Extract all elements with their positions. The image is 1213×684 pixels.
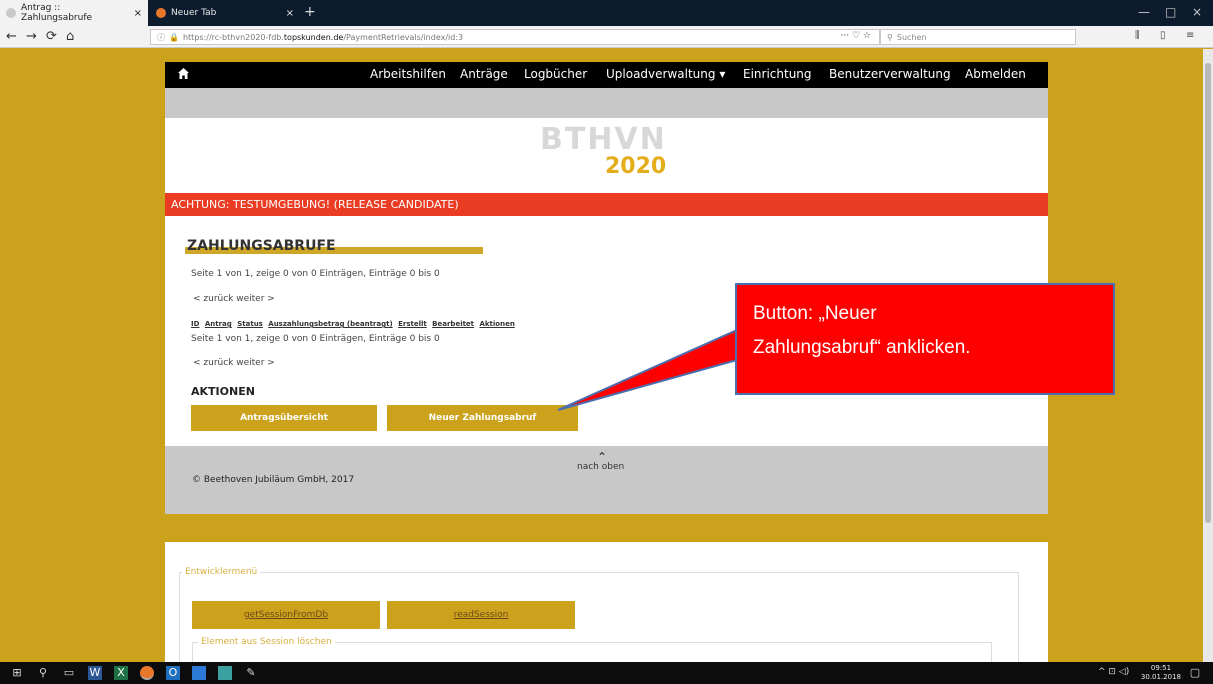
reload-button[interactable]: ⟳ (46, 29, 57, 44)
clock-time: 09:51 (1150, 664, 1172, 672)
antragsuebersicht-button[interactable]: Antragsübersicht (191, 405, 377, 431)
tab-neuer-tab[interactable]: Neuer Tab × (150, 0, 300, 26)
forward-button[interactable]: → (26, 29, 37, 44)
lock-icon: 🔒 (169, 32, 179, 42)
read-session-button[interactable]: readSession (387, 601, 575, 629)
nav-link-abmelden[interactable]: Abmelden (965, 67, 1026, 81)
page-title: ZAHLUNGSABRUFE (187, 238, 336, 254)
photos-icon[interactable] (218, 666, 232, 680)
menu-icon[interactable]: ≡ (1186, 30, 1194, 41)
column-auszahlungsbetrag[interactable]: Auszahlungsbetrag (beantragt) (268, 320, 392, 328)
tab-label: Antrag :: Zahlungsabrufe (21, 3, 93, 23)
browser-nav-bar: ← → ⟳ ⌂ ⓘ 🔒 https://rc-bthvn2020-fdb. top… (0, 26, 1213, 48)
column-status[interactable]: Status (237, 320, 263, 328)
column-id[interactable]: ID (191, 320, 199, 328)
search-icon[interactable]: ⚲ (36, 666, 50, 680)
home-icon[interactable] (177, 67, 190, 80)
logo-bthvn: BTHVN (540, 122, 667, 157)
windows-start-icon[interactable]: ⊞ (10, 666, 24, 680)
url-prefix: https://rc-bthvn2020-fdb. (182, 32, 284, 42)
delete-session-legend: Element aus Session löschen (198, 637, 335, 647)
pager-bottom[interactable]: < zurück weiter > (193, 358, 275, 368)
copyright-text: © Beethoven Jubiläum GmbH, 2017 (192, 475, 355, 485)
nav-link-einrichtung[interactable]: Einrichtung (743, 67, 812, 81)
tab-close-icon[interactable]: × (286, 8, 294, 19)
task-view-icon[interactable]: ▭ (62, 666, 76, 680)
logo-2020: 2020 (605, 154, 667, 179)
logo-area: BTHVN 2020 (165, 118, 1048, 193)
excel-icon[interactable]: X (114, 666, 128, 680)
browser-tab-bar: Antrag :: Zahlungsabrufe × Neuer Tab × +… (0, 0, 1213, 26)
site-favicon-icon (6, 8, 16, 18)
page-info-top: Seite 1 von 1, zeige 0 von 0 Einträgen, … (191, 269, 440, 279)
new-tab-button[interactable]: + (304, 4, 316, 20)
search-placeholder: Suchen (896, 32, 927, 42)
paint-icon[interactable]: ✎ (244, 666, 258, 680)
nav-link-arbeitshilfen[interactable]: Arbeitshilfen (370, 67, 446, 81)
notification-icon[interactable]: ▢ (1188, 666, 1202, 680)
scrollbar-thumb[interactable] (1205, 63, 1211, 523)
nav-link-benutzerverwaltung[interactable]: Benutzerverwaltung (829, 67, 951, 81)
windows-taskbar: ⊞ ⚲ ▭ W X O ✎ ^ ⊡ ◁) 09:51 30.01.2018 ▢ (0, 662, 1213, 684)
back-button[interactable]: ← (6, 29, 17, 44)
sidebar-icon[interactable]: ▯ (1160, 30, 1166, 41)
search-input[interactable]: ⚲ Suchen (880, 29, 1076, 45)
home-button[interactable]: ⌂ (66, 29, 74, 44)
site-nav-bar: Arbeitshilfen Anträge Logbücher Uploadve… (165, 62, 1048, 88)
developer-panel: Entwicklermenü getSessionFromDb readSess… (165, 542, 1048, 682)
callout-pointer (557, 330, 738, 411)
column-erstellt[interactable]: Erstellt (398, 320, 427, 328)
info-icon[interactable]: ⓘ (157, 32, 165, 43)
callout-line-1: Button: „Neuer (753, 303, 877, 324)
page-footer: ⌃ nach oben © Beethoven Jubiläum GmbH, 2… (165, 446, 1048, 514)
pager-top[interactable]: < zurück weiter > (193, 294, 275, 304)
back-to-top-link[interactable]: nach oben (577, 462, 624, 472)
table-header: ID Antrag Status Auszahlungsbetrag (bean… (191, 320, 518, 328)
url-path: /PaymentRetrievals/index/id:3 (343, 32, 464, 42)
column-aktionen[interactable]: Aktionen (479, 320, 514, 328)
callout-line-2: Zahlungsabruf“ anklicken. (753, 337, 971, 358)
page-info-bottom: Seite 1 von 1, zeige 0 von 0 Einträgen, … (191, 334, 440, 344)
test-environment-warning: ACHTUNG: TESTUMGEBUNG! (RELEASE CANDIDAT… (165, 193, 1048, 216)
outlook-icon[interactable]: O (166, 666, 180, 680)
url-bar[interactable]: ⓘ 🔒 https://rc-bthvn2020-fdb. topskunden.… (150, 29, 880, 45)
tab-antrag-zahlungsabrufe[interactable]: Antrag :: Zahlungsabrufe × (0, 0, 148, 26)
firefox-favicon-icon (156, 8, 166, 18)
get-session-from-db-button[interactable]: getSessionFromDb (192, 601, 380, 629)
minimize-button[interactable]: — (1138, 5, 1150, 19)
taskbar-clock[interactable]: 09:51 30.01.2018 (1141, 664, 1181, 682)
developer-menu-legend: Entwicklermenü (182, 567, 261, 577)
page-actions-icon[interactable]: ··· ♡ ☆ (841, 31, 871, 41)
maximize-button[interactable]: □ (1165, 5, 1176, 19)
url-domain: topskunden.de (283, 32, 344, 42)
word-icon[interactable]: W (88, 666, 102, 680)
system-tray-icons[interactable]: ^ ⊡ ◁) (1098, 667, 1129, 677)
actions-heading: AKTIONEN (191, 385, 255, 398)
search-icon: ⚲ (887, 32, 893, 42)
close-window-button[interactable]: × (1192, 5, 1202, 19)
nav-link-antraege[interactable]: Anträge (460, 67, 508, 81)
column-antrag[interactable]: Antrag (205, 320, 232, 328)
nav-link-logbuecher[interactable]: Logbücher (524, 67, 587, 81)
app-icon[interactable] (192, 666, 206, 680)
tab-close-icon[interactable]: × (134, 8, 142, 19)
column-bearbeitet[interactable]: Bearbeitet (432, 320, 474, 328)
firefox-icon[interactable] (140, 666, 154, 680)
instruction-callout: Button: „Neuer Zahlungsabruf“ anklicken. (735, 283, 1115, 395)
clock-date: 30.01.2018 (1140, 673, 1181, 681)
page-scrollbar[interactable] (1203, 49, 1213, 662)
tab-label: Neuer Tab (171, 8, 217, 18)
nav-link-uploadverwaltung[interactable]: Uploadverwaltung ▾ (606, 67, 725, 81)
header-strip (165, 88, 1048, 118)
library-icon[interactable]: ⫼ (1135, 30, 1140, 41)
